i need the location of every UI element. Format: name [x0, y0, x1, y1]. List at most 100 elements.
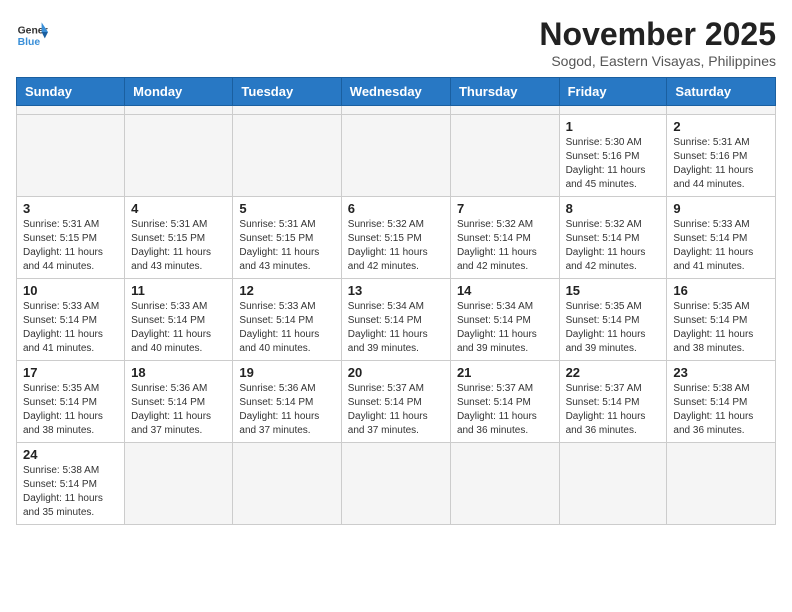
calendar-cell: 17 Sunrise: 5:35 AMSunset: 5:14 PMDayligh…: [17, 361, 125, 443]
calendar-row-3: 3 Sunrise: 5:31 AMSunset: 5:15 PMDaylight…: [17, 197, 776, 279]
calendar-cell: 22 Sunrise: 5:37 AMSunset: 5:14 PMDayligh…: [559, 361, 667, 443]
header-saturday: Saturday: [667, 78, 776, 106]
day-info: Sunrise: 5:31 AMSunset: 5:15 PMDaylight:…: [23, 218, 118, 274]
calendar-cell: [17, 106, 125, 115]
day-info: Sunrise: 5:33 AMSunset: 5:14 PMDaylight:…: [23, 300, 118, 356]
day-info: Sunrise: 5:38 AMSunset: 5:14 PMDaylight:…: [673, 382, 769, 438]
calendar-cell: [559, 106, 667, 115]
calendar-cell: 24 Sunrise: 5:38 AMSunset: 5:14 PMDayligh…: [17, 443, 125, 525]
calendar-cell: [125, 106, 233, 115]
calendar-cell: 19Sunrise: 5:36 AMSunset: 5:14 PMDayligh…: [233, 361, 341, 443]
day-number: 13: [348, 283, 444, 298]
header-wednesday: Wednesday: [341, 78, 450, 106]
day-number: 2: [673, 119, 769, 134]
calendar-row-1: [17, 106, 776, 115]
page-header: General Blue November 2025 Sogod, Easter…: [16, 16, 776, 69]
svg-text:Blue: Blue: [18, 37, 41, 48]
calendar-cell: 23 Sunrise: 5:38 AMSunset: 5:14 PMDayligh…: [667, 361, 776, 443]
day-info: Sunrise: 5:34 AMSunset: 5:14 PMDaylight:…: [457, 300, 553, 356]
day-info: Sunrise: 5:32 AMSunset: 5:14 PMDaylight:…: [457, 218, 553, 274]
calendar-cell: 7 Sunrise: 5:32 AMSunset: 5:14 PMDaylight…: [450, 197, 559, 279]
calendar-cell: [450, 106, 559, 115]
day-number: 18: [131, 365, 226, 380]
calendar-cell: 14 Sunrise: 5:34 AMSunset: 5:14 PMDayligh…: [450, 279, 559, 361]
header-sunday: Sunday: [17, 78, 125, 106]
day-info: Sunrise: 5:32 AMSunset: 5:14 PMDaylight:…: [566, 218, 661, 274]
calendar-cell: [125, 443, 233, 525]
calendar-cell: [450, 443, 559, 525]
calendar-cell: 6 Sunrise: 5:32 AMSunset: 5:15 PMDaylight…: [341, 197, 450, 279]
calendar-cell: 12 Sunrise: 5:33 AMSunset: 5:14 PMDayligh…: [233, 279, 341, 361]
day-number: 24: [23, 447, 118, 462]
calendar-cell: [667, 106, 776, 115]
day-number: 15: [566, 283, 661, 298]
calendar-cell: 18 Sunrise: 5:36 AMSunset: 5:14 PMDayligh…: [125, 361, 233, 443]
day-info: Sunrise: 5:37 AMSunset: 5:14 PMDaylight:…: [566, 382, 661, 438]
calendar-cell: 8Sunrise: 5:32 AMSunset: 5:14 PMDaylight…: [559, 197, 667, 279]
calendar-row-4: 10 Sunrise: 5:33 AMSunset: 5:14 PMDayligh…: [17, 279, 776, 361]
day-info: Sunrise: 5:38 AMSunset: 5:14 PMDaylight:…: [23, 464, 118, 520]
day-info: Sunrise: 5:31 AMSunset: 5:15 PMDaylight:…: [239, 218, 334, 274]
calendar-row-6: 24 Sunrise: 5:38 AMSunset: 5:14 PMDayligh…: [17, 443, 776, 525]
day-number: 23: [673, 365, 769, 380]
day-number: 6: [348, 201, 444, 216]
day-info: Sunrise: 5:33 AMSunset: 5:14 PMDaylight:…: [239, 300, 334, 356]
day-info: Sunrise: 5:32 AMSunset: 5:15 PMDaylight:…: [348, 218, 444, 274]
calendar-table: Sunday Monday Tuesday Wednesday Thursday…: [16, 77, 776, 525]
header-tuesday: Tuesday: [233, 78, 341, 106]
title-area: November 2025 Sogod, Eastern Visayas, Ph…: [539, 16, 776, 69]
day-number: 14: [457, 283, 553, 298]
day-info: Sunrise: 5:37 AMSunset: 5:14 PMDaylight:…: [457, 382, 553, 438]
calendar-cell: 1 Sunrise: 5:30 AMSunset: 5:16 PMDaylight…: [559, 115, 667, 197]
day-info: Sunrise: 5:30 AMSunset: 5:16 PMDaylight:…: [566, 136, 661, 192]
day-info: Sunrise: 5:37 AMSunset: 5:14 PMDaylight:…: [348, 382, 444, 438]
day-info: Sunrise: 5:35 AMSunset: 5:14 PMDaylight:…: [673, 300, 769, 356]
day-number: 3: [23, 201, 118, 216]
day-info: Sunrise: 5:35 AMSunset: 5:14 PMDaylight:…: [23, 382, 118, 438]
calendar-cell: 15 Sunrise: 5:35 AMSunset: 5:14 PMDayligh…: [559, 279, 667, 361]
day-info: Sunrise: 5:31 AMSunset: 5:15 PMDaylight:…: [131, 218, 226, 274]
day-info: Sunrise: 5:36 AMSunset: 5:14 PMDaylight:…: [239, 382, 334, 438]
calendar-cell: 10 Sunrise: 5:33 AMSunset: 5:14 PMDayligh…: [17, 279, 125, 361]
day-info: Sunrise: 5:36 AMSunset: 5:14 PMDaylight:…: [131, 382, 226, 438]
calendar-cell: 5Sunrise: 5:31 AMSunset: 5:15 PMDaylight…: [233, 197, 341, 279]
header-thursday: Thursday: [450, 78, 559, 106]
calendar-cell: 3 Sunrise: 5:31 AMSunset: 5:15 PMDaylight…: [17, 197, 125, 279]
day-number: 7: [457, 201, 553, 216]
calendar-cell: 16 Sunrise: 5:35 AMSunset: 5:14 PMDayligh…: [667, 279, 776, 361]
calendar-cell: [559, 443, 667, 525]
day-number: 12: [239, 283, 334, 298]
day-number: 21: [457, 365, 553, 380]
calendar-cell: 2Sunrise: 5:31 AMSunset: 5:16 PMDaylight…: [667, 115, 776, 197]
header-monday: Monday: [125, 78, 233, 106]
day-number: 10: [23, 283, 118, 298]
calendar-cell: 9Sunrise: 5:33 AMSunset: 5:14 PMDaylight…: [667, 197, 776, 279]
calendar-cell: [341, 115, 450, 197]
calendar-row-5: 17 Sunrise: 5:35 AMSunset: 5:14 PMDayligh…: [17, 361, 776, 443]
day-number: 20: [348, 365, 444, 380]
calendar-cell: 4 Sunrise: 5:31 AMSunset: 5:15 PMDaylight…: [125, 197, 233, 279]
weekday-header-row: Sunday Monday Tuesday Wednesday Thursday…: [17, 78, 776, 106]
calendar-cell: 20 Sunrise: 5:37 AMSunset: 5:14 PMDayligh…: [341, 361, 450, 443]
day-number: 4: [131, 201, 226, 216]
calendar-cell: 21 Sunrise: 5:37 AMSunset: 5:14 PMDayligh…: [450, 361, 559, 443]
day-number: 1: [566, 119, 661, 134]
calendar-cell: [667, 443, 776, 525]
calendar-cell: 13 Sunrise: 5:34 AMSunset: 5:14 PMDayligh…: [341, 279, 450, 361]
calendar-cell: [17, 115, 125, 197]
day-number: 22: [566, 365, 661, 380]
day-number: 16: [673, 283, 769, 298]
calendar-cell: [341, 443, 450, 525]
day-info: Sunrise: 5:34 AMSunset: 5:14 PMDaylight:…: [348, 300, 444, 356]
day-number: 9: [673, 201, 769, 216]
day-info: Sunrise: 5:35 AMSunset: 5:14 PMDaylight:…: [566, 300, 661, 356]
calendar-cell: [125, 115, 233, 197]
header-friday: Friday: [559, 78, 667, 106]
day-info: Sunrise: 5:33 AMSunset: 5:14 PMDaylight:…: [131, 300, 226, 356]
location-subtitle: Sogod, Eastern Visayas, Philippines: [539, 53, 776, 69]
calendar-cell: [233, 106, 341, 115]
calendar-row-2: 1 Sunrise: 5:30 AMSunset: 5:16 PMDaylight…: [17, 115, 776, 197]
calendar-cell: [450, 115, 559, 197]
day-number: 17: [23, 365, 118, 380]
month-title: November 2025: [539, 16, 776, 53]
